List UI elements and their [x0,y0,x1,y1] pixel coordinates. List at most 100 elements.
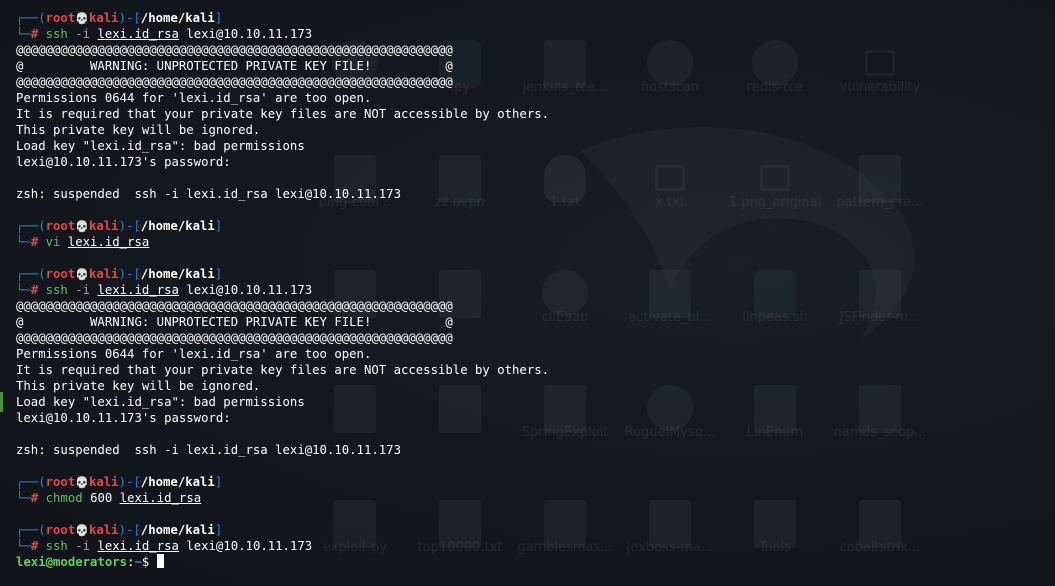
command-line: └─# ssh -i lexi.id_rsa lexi@10.10.11.173 [16,26,549,42]
skull-icon: 💀 [75,476,89,489]
prompt-separator: )-[ [118,11,141,25]
prompt-frame: ┌──( [16,475,46,489]
skull-icon: 💀 [75,220,89,233]
output-line: It is required that your private key fil… [16,362,549,378]
command-name: ssh [45,283,68,297]
command-line: └─# chmod 600 lexi.id_rsa [16,490,549,506]
command-line: └─# ssh -i lexi.id_rsa lexi@10.10.11.173 [16,538,549,554]
prompt-separator: )-[ [118,475,141,489]
prompt-frame: ┌──( [16,11,46,25]
output-text: It is required that your private key fil… [16,363,550,377]
output-text: This private key will be ignored. [16,379,261,393]
command-name: ssh [45,539,68,553]
command-line: └─# ssh -i lexi.id_rsa lexi@10.10.11.173 [16,282,549,298]
command-file-arg: lexi.id_rsa [67,235,150,249]
output-text: zsh: suspended ssh -i lexi.id_rsa lexi@1… [16,443,401,457]
prompt-header-line: ┌──(root💀kali)-[/home/kali] [16,10,549,26]
command-file-arg: lexi.id_rsa [119,491,202,505]
prompt-close: ] [214,267,223,281]
output-text: @@@@@@@@@@@@@@@@@@@@@@@@@@@@@@@@@@@@@@@@… [16,75,453,89]
prompt-frame: ┌──( [16,523,46,537]
prompt-frame: ┌──( [16,267,46,281]
output-text: @ WARNING: UNPROTECTED PRIVATE KEY FILE!… [16,59,453,73]
skull-icon: 💀 [75,524,89,537]
command-flag: -i [75,27,91,41]
prompt-cwd: /home/kali [140,267,215,281]
output-line: Load key "lexi.id_rsa": bad permissions [16,138,549,154]
remote-user-host: lexi@moderators [16,555,128,569]
prompt-user: root [45,219,76,233]
output-text: It is required that your private key fil… [16,107,550,121]
command-target: lexi@10.10.11.173 [186,27,313,41]
prompt-dollar: $ [141,555,157,569]
prompt-frame: └─ [16,283,31,297]
skull-icon: 💀 [75,12,89,25]
prompt-cwd: /home/kali [140,219,215,233]
command-line: └─# vi lexi.id_rsa [16,234,549,250]
output-line: zsh: suspended ssh -i lexi.id_rsa lexi@1… [16,442,549,458]
output-line: zsh: suspended ssh -i lexi.id_rsa lexi@1… [16,186,549,202]
output-line: @ WARNING: UNPROTECTED PRIVATE KEY FILE!… [16,58,549,74]
command-target: lexi@10.10.11.173 [186,539,313,553]
output-text: lexi@10.10.11.173's password: [16,155,239,169]
prompt-close: ] [214,11,223,25]
prompt-user: root [45,475,76,489]
prompt-hash: # [30,539,39,553]
text-cursor[interactable] [156,554,164,568]
prompt-host: kali [88,267,119,281]
terminal-window[interactable]: ┌──(root💀kali)-[/home/kali] └─# ssh -i le… [0,0,1055,586]
command-flag: 600 [90,491,113,505]
output-text: Permissions 0644 for 'lexi.id_rsa' are t… [16,91,372,105]
output-text: @ WARNING: UNPROTECTED PRIVATE KEY FILE!… [16,315,453,329]
prompt-frame: ┌──( [16,219,46,233]
output-line: It is required that your private key fil… [16,106,549,122]
output-line: lexi@10.10.11.173's password: [16,410,549,426]
prompt-user: root [45,11,76,25]
output-line: This private key will be ignored. [16,122,549,138]
prompt-host: kali [88,11,119,25]
prompt-close: ] [214,523,223,537]
skull-icon: 💀 [75,268,89,281]
prompt-host: kali [88,219,119,233]
output-line: @@@@@@@@@@@@@@@@@@@@@@@@@@@@@@@@@@@@@@@@… [16,330,549,346]
output-text: Permissions 0644 for 'lexi.id_rsa' are t… [16,347,372,361]
prompt-header-line: ┌──(root💀kali)-[/home/kali] [16,474,549,490]
output-text: Load key "lexi.id_rsa": bad permissions [16,395,305,409]
prompt-close: ] [214,219,223,233]
command-target: lexi@10.10.11.173 [186,283,313,297]
window-edge-indicator [0,392,3,412]
command-name: chmod [45,491,83,505]
output-line: @@@@@@@@@@@@@@@@@@@@@@@@@@@@@@@@@@@@@@@@… [16,42,549,58]
output-line: @@@@@@@@@@@@@@@@@@@@@@@@@@@@@@@@@@@@@@@@… [16,298,549,314]
prompt-header-line: ┌──(root💀kali)-[/home/kali] [16,522,549,538]
command-flag: -i [75,283,91,297]
prompt-separator: )-[ [118,523,141,537]
prompt-separator: )-[ [118,219,141,233]
prompt-host: kali [88,475,119,489]
command-file-arg: lexi.id_rsa [97,539,179,553]
prompt-separator: )-[ [118,267,141,281]
prompt-cwd: /home/kali [140,11,215,25]
output-text: zsh: suspended ssh -i lexi.id_rsa lexi@1… [16,187,401,201]
output-line: Load key "lexi.id_rsa": bad permissions [16,394,549,410]
output-text: Load key "lexi.id_rsa": bad permissions [16,139,305,153]
terminal-output[interactable]: ┌──(root💀kali)-[/home/kali] └─# ssh -i le… [16,10,549,570]
output-text: @@@@@@@@@@@@@@@@@@@@@@@@@@@@@@@@@@@@@@@@… [16,331,453,345]
prompt-frame: └─ [16,27,31,41]
command-file-arg: lexi.id_rsa [97,27,179,41]
shell-prompt-line: lexi@moderators:~$ [16,554,549,570]
command-flag: -i [75,539,91,553]
output-text: This private key will be ignored. [16,123,261,137]
output-text: @@@@@@@@@@@@@@@@@@@@@@@@@@@@@@@@@@@@@@@@… [16,299,453,313]
command-name: ssh [45,27,68,41]
prompt-frame: └─ [16,491,31,505]
prompt-frame: └─ [16,235,31,249]
prompt-cwd: /home/kali [140,475,215,489]
prompt-user: root [45,523,76,537]
command-file-arg: lexi.id_rsa [97,283,179,297]
command-name: vi [45,235,61,249]
